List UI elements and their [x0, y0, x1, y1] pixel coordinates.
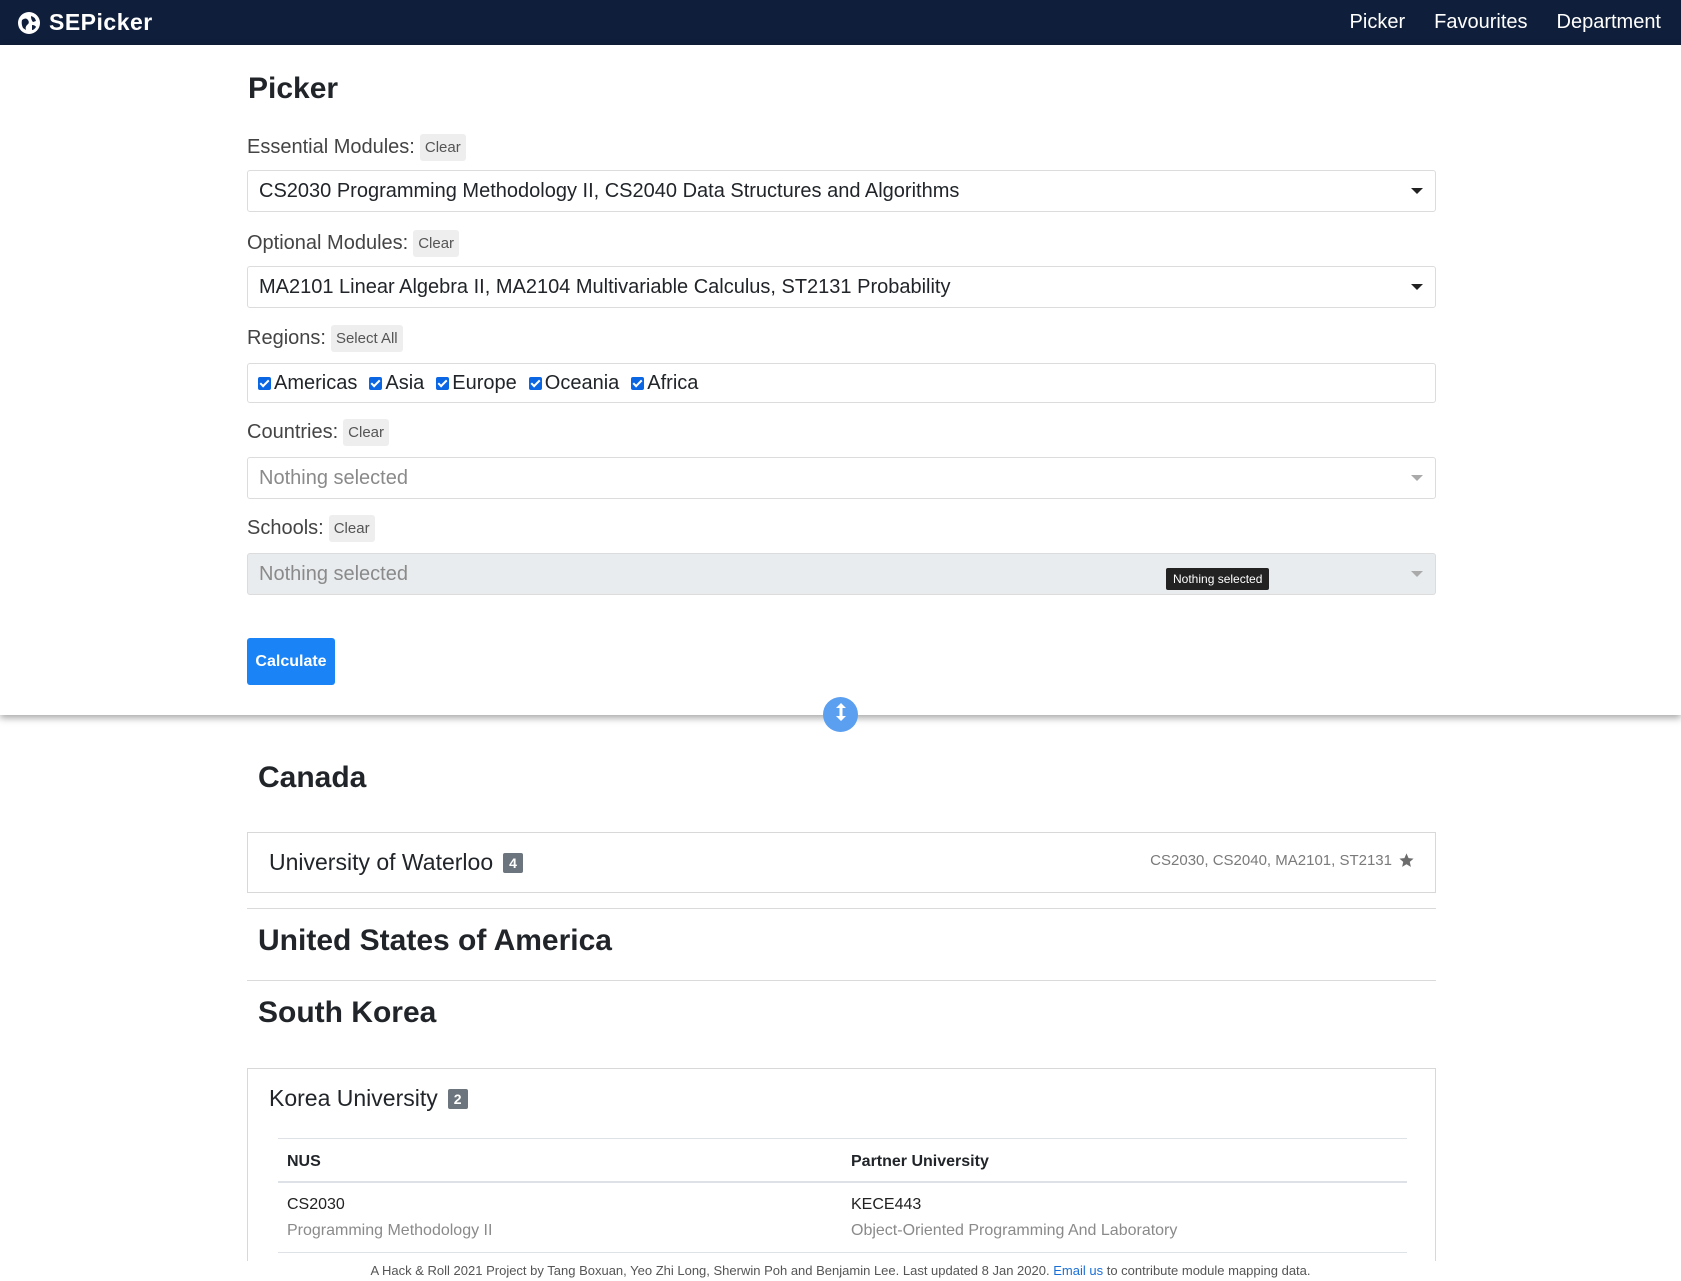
- country-heading-canada: Canada: [258, 761, 367, 794]
- nav-links: Picker Favourites Department: [1321, 0, 1661, 45]
- region-europe[interactable]: Europe: [436, 372, 517, 395]
- regions-label-text: Regions:: [247, 327, 326, 349]
- university-card-korea[interactable]: Korea University 2 NUS Partner Universit…: [247, 1068, 1436, 1268]
- caret-down-icon: [1411, 571, 1423, 577]
- footer-suffix: to contribute module mapping data.: [1106, 1263, 1311, 1278]
- footer: A Hack & Roll 2021 Project by Tang Boxua…: [0, 1263, 1681, 1278]
- table-header-nus: NUS: [287, 1153, 321, 1170]
- schools-tooltip: Nothing selected: [1166, 568, 1270, 590]
- divider: [247, 980, 1436, 981]
- schools-clear-button[interactable]: Clear: [328, 515, 375, 542]
- region-label: Asia: [385, 371, 425, 394]
- essential-modules-label-text: Essential Modules:: [247, 136, 415, 158]
- university-name: University of Waterloo: [269, 849, 494, 875]
- match-count-badge: 4: [503, 852, 523, 873]
- region-label: Africa: [647, 371, 699, 394]
- table-header-partner: Partner University: [851, 1153, 989, 1170]
- nav-link-picker[interactable]: Picker: [1350, 11, 1406, 34]
- countries-label: Countries: Clear: [247, 419, 390, 446]
- table-row-border: [278, 1252, 1407, 1253]
- caret-down-icon: [1411, 284, 1423, 290]
- country-heading-south-korea: South Korea: [258, 996, 437, 1029]
- nus-module-code: CS2030: [287, 1196, 345, 1213]
- divider: [247, 908, 1436, 909]
- table-row-partner: KECE443 Object-Oriented Programming And …: [851, 1196, 1177, 1240]
- brand-name: SEPicker: [49, 9, 153, 35]
- checkbox-checked-icon[interactable]: [258, 376, 271, 390]
- region-asia[interactable]: Asia: [369, 372, 424, 395]
- email-us-link[interactable]: Email us: [1053, 1263, 1103, 1278]
- region-label: Oceania: [544, 371, 620, 394]
- table-header-border: [278, 1181, 1407, 1183]
- picker-panel: Picker Essential Modules: Clear CS2030 P…: [0, 45, 1681, 715]
- optional-modules-label: Optional Modules: Clear: [247, 230, 460, 257]
- brand[interactable]: SEPicker: [17, 9, 153, 36]
- regions-checkbox-group: Americas Asia Europe Oceania Africa: [247, 363, 1436, 403]
- matched-modules: CS2030, CS2040, MA2101, ST2131: [1150, 852, 1415, 869]
- countries-clear-button[interactable]: Clear: [343, 419, 390, 446]
- schools-label: Schools: Clear: [247, 515, 375, 542]
- nav-link-favourites[interactable]: Favourites: [1434, 11, 1527, 34]
- calculate-button[interactable]: Calculate: [247, 638, 335, 685]
- partner-module-name: Object-Oriented Programming And Laborato…: [851, 1222, 1178, 1239]
- optional-modules-label-text: Optional Modules:: [247, 232, 409, 254]
- university-name-row: University of Waterloo 4: [269, 849, 523, 876]
- optional-modules-value: MA2101 Linear Algebra II, MA2104 Multiva…: [259, 275, 951, 298]
- university-card-waterloo[interactable]: University of Waterloo 4 CS2030, CS2040,…: [247, 832, 1436, 893]
- resize-vertical-icon: [834, 702, 848, 727]
- star-icon[interactable]: [1398, 852, 1415, 869]
- university-name-row: Korea University 2: [269, 1085, 468, 1112]
- country-heading-usa: United States of America: [258, 924, 612, 957]
- matched-modules-text: CS2030, CS2040, MA2101, ST2131: [1150, 852, 1392, 869]
- essential-modules-value: CS2030 Programming Methodology II, CS204…: [259, 179, 960, 202]
- checkbox-checked-icon[interactable]: [528, 376, 542, 390]
- caret-down-icon: [1411, 188, 1423, 194]
- checkbox-checked-icon[interactable]: [436, 376, 450, 390]
- regions-select-all-button[interactable]: Select All: [330, 325, 403, 352]
- optional-modules-select[interactable]: MA2101 Linear Algebra II, MA2104 Multiva…: [247, 266, 1436, 308]
- table-row: CS2030 Programming Methodology II: [287, 1196, 492, 1240]
- match-count-badge: 2: [447, 1088, 468, 1109]
- checkbox-checked-icon[interactable]: [369, 376, 383, 390]
- essential-modules-label: Essential Modules: Clear: [247, 134, 466, 161]
- nav-link-department[interactable]: Department: [1557, 11, 1662, 34]
- caret-down-icon: [1411, 475, 1423, 481]
- region-label: Americas: [274, 371, 358, 394]
- page-title: Picker: [248, 72, 339, 105]
- resize-handle[interactable]: [823, 697, 858, 732]
- partner-module-code: KECE443: [851, 1196, 922, 1213]
- essential-modules-select[interactable]: CS2030 Programming Methodology II, CS204…: [247, 170, 1436, 212]
- university-name: Korea University: [269, 1085, 438, 1111]
- navbar: SEPicker Picker Favourites Department: [0, 0, 1681, 45]
- region-africa[interactable]: Africa: [631, 372, 698, 395]
- essential-clear-button[interactable]: Clear: [419, 134, 466, 161]
- globe-logo-icon: [17, 11, 41, 35]
- countries-select[interactable]: Nothing selected: [247, 457, 1436, 499]
- optional-clear-button[interactable]: Clear: [413, 230, 460, 257]
- regions-label: Regions: Select All: [247, 325, 403, 352]
- region-americas[interactable]: Americas: [258, 372, 357, 395]
- countries-label-text: Countries:: [247, 421, 339, 443]
- nus-module-name: Programming Methodology II: [287, 1222, 493, 1239]
- countries-placeholder: Nothing selected: [259, 466, 408, 489]
- footer-text: A Hack & Roll 2021 Project by Tang Boxua…: [370, 1263, 1050, 1278]
- checkbox-checked-icon[interactable]: [631, 376, 645, 390]
- schools-label-text: Schools:: [247, 517, 324, 539]
- table-top-border: [278, 1138, 1407, 1139]
- region-oceania[interactable]: Oceania: [528, 371, 620, 395]
- region-label: Europe: [452, 371, 517, 394]
